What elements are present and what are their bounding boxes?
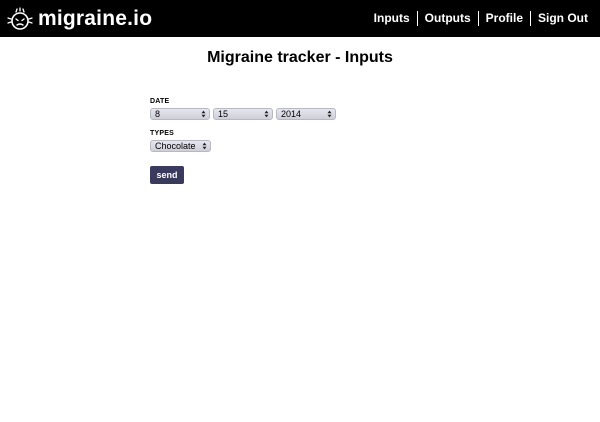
type-select[interactable]: Chocolate: [150, 140, 211, 152]
types-selects: Chocolate: [150, 140, 450, 152]
nav-link-sign-out[interactable]: Sign Out: [538, 10, 588, 26]
select-arrows-icon: [327, 110, 332, 118]
nav-links: Inputs Outputs Profile Sign Out: [374, 10, 588, 26]
page-title: Migraine tracker - Inputs: [207, 49, 393, 66]
select-arrows-icon: [202, 142, 207, 150]
month-select-value: 8: [155, 109, 161, 119]
send-button[interactable]: send: [150, 166, 184, 184]
migraine-face-logo-icon: [7, 6, 33, 32]
navbar: migraine.io Inputs Outputs Profile Sign …: [0, 0, 600, 37]
types-label: TYPES: [150, 130, 174, 137]
day-select[interactable]: 15: [213, 108, 273, 120]
types-field: TYPES Chocolate: [150, 129, 450, 152]
day-select-value: 15: [218, 109, 229, 119]
input-form: DATE 8 15 2014 TYPES Chocolate send: [150, 97, 450, 184]
month-select[interactable]: 8: [150, 108, 210, 120]
brand-name: migraine.io: [38, 7, 153, 30]
select-arrows-icon: [264, 110, 269, 118]
nav-link-outputs[interactable]: Outputs: [425, 10, 471, 26]
year-select-value: 2014: [281, 109, 302, 119]
year-select[interactable]: 2014: [276, 108, 336, 120]
brand-home-link[interactable]: migraine.io: [7, 4, 152, 34]
nav-separator: [530, 10, 531, 26]
type-select-value: Chocolate: [155, 141, 196, 151]
nav-link-profile[interactable]: Profile: [486, 10, 523, 26]
nav-separator: [477, 10, 479, 26]
select-arrows-icon: [201, 110, 206, 118]
nav-link-inputs[interactable]: Inputs: [374, 10, 410, 26]
date-label: DATE: [150, 98, 170, 105]
nav-separator: [416, 10, 418, 26]
date-selects: 8 15 2014: [150, 108, 450, 120]
